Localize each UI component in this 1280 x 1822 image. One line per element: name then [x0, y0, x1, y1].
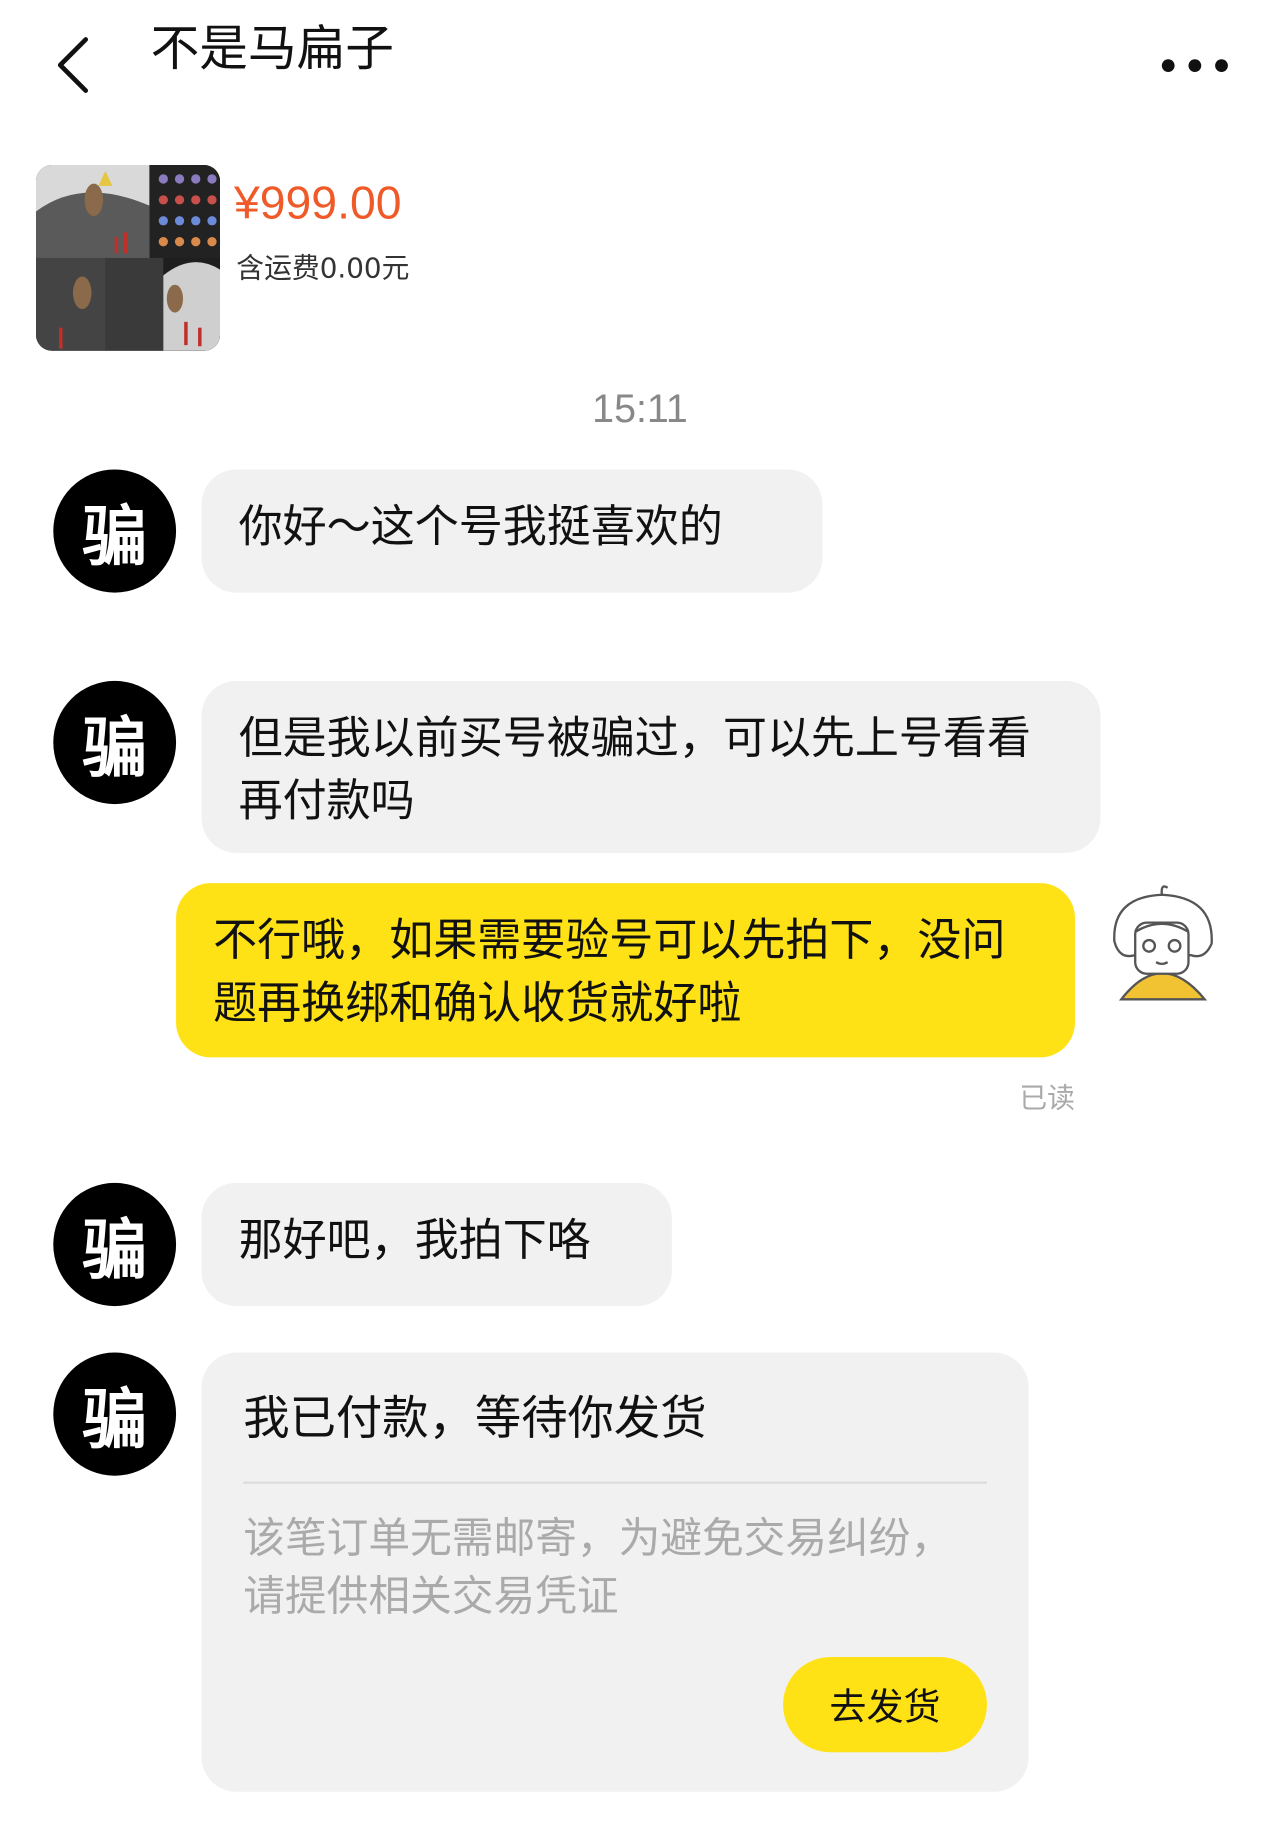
seller-avatar[interactable]: 骗	[53, 469, 177, 593]
chat-timestamp: 15:11	[592, 386, 688, 432]
product-price: ¥999.00	[233, 177, 402, 229]
page-title: 不是马扁子	[150, 19, 394, 77]
more-dots-icon[interactable]	[1154, 44, 1235, 86]
order-card-note: 该笔订单无需邮寄，为避免交易纠纷，请提供相关交易凭证	[243, 1515, 953, 1621]
back-icon[interactable]	[46, 30, 104, 100]
seller-avatar[interactable]: 骗	[53, 680, 177, 805]
message-bubble: 你好～这个号我挺喜欢的	[201, 469, 823, 593]
order-card-title: 我已付款，等待你发货	[243, 1392, 707, 1446]
my-message-bubble: 不行哦，如果需要验号可以先拍下，没问题再换绑和确认收货就好啦	[176, 883, 1075, 1058]
seller-avatar[interactable]: 骗	[53, 1182, 177, 1307]
ship-button[interactable]: 去发货	[783, 1656, 987, 1753]
my-avatar[interactable]	[1100, 883, 1223, 1011]
message-bubble: 那好吧，我拍下咯	[201, 1182, 672, 1307]
seller-avatar[interactable]: 骗	[53, 1352, 177, 1476]
divider	[243, 1481, 987, 1484]
shipping-fee: 含运费0.00元	[236, 252, 410, 285]
read-status: 已读	[1019, 1081, 1075, 1115]
product-thumbnail[interactable]	[35, 165, 221, 351]
message-bubble: 但是我以前买号被骗过，可以先上号看看再付款吗	[201, 680, 1101, 853]
